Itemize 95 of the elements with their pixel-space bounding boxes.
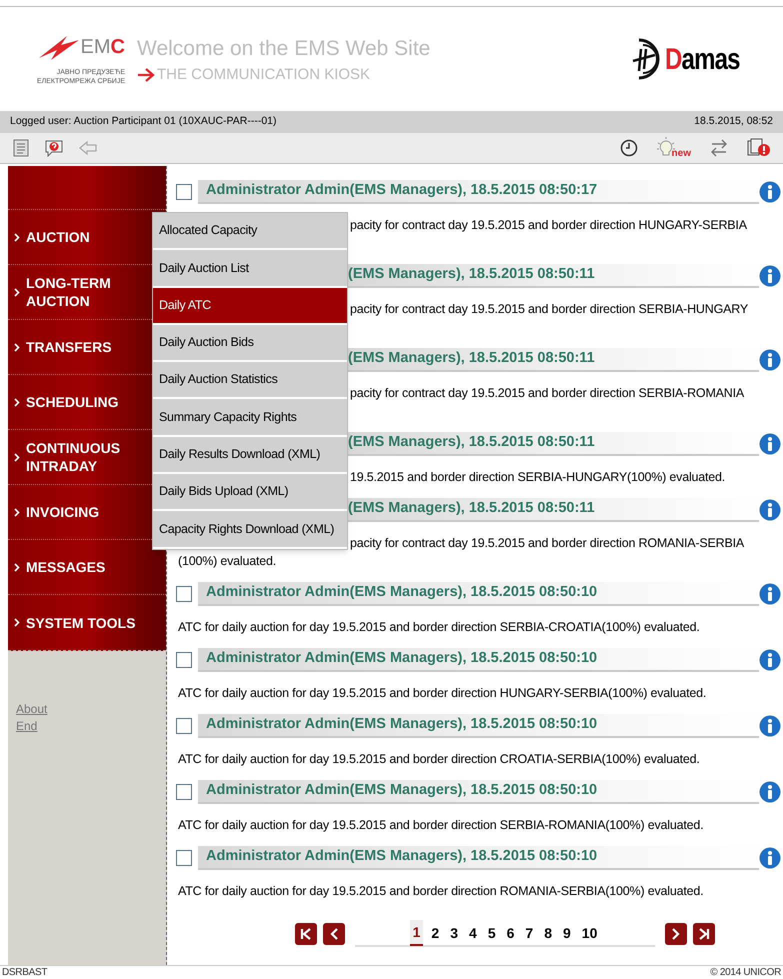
- help-icon[interactable]: [44, 138, 64, 158]
- last-page-icon: [698, 928, 710, 940]
- chevron-right-icon: [14, 452, 20, 462]
- sidebar-item[interactable]: SYSTEM TOOLS: [8, 614, 148, 632]
- checkbox[interactable]: [176, 586, 192, 602]
- checkbox[interactable]: [176, 652, 192, 668]
- message-text: (100%) evaluated.: [178, 553, 276, 570]
- menu-item[interactable]: Daily Auction List: [153, 250, 347, 288]
- info-icon[interactable]: [759, 433, 781, 455]
- info-icon[interactable]: [759, 265, 781, 287]
- page-link[interactable]: 8: [541, 921, 555, 945]
- last-page-button[interactable]: [693, 923, 716, 945]
- page-link[interactable]: 7: [522, 921, 536, 945]
- message-text: ATC for daily auction for day 19.5.2015 and border direction SERBIA-ROMANIA(100%) evaluated.: [178, 817, 704, 834]
- site-title: Welcome on the EMS Web Site: [137, 36, 430, 62]
- menu-item[interactable]: Capacity Rights Download (XML): [153, 511, 347, 549]
- message-text: 19.5.2015 and border direction SERBIA-HUNGARY(100%) evaluated.: [350, 469, 726, 486]
- message-text: ATC for daily auction for day 19.5.2015 and border direction SERBIA-CROATIA(100%) evaluated.: [178, 619, 700, 636]
- message-header: Administrator Admin(EMS Managers), 18.5.2015 08:50:17: [198, 180, 759, 204]
- footer-code: DSRBAST: [2, 966, 48, 979]
- checkbox[interactable]: [176, 718, 192, 734]
- menu-item[interactable]: Daily Auction Statistics: [153, 362, 347, 400]
- info-icon[interactable]: [759, 583, 781, 605]
- message-header: Administrator Admin(EMS Managers), 18.5.2015 08:50:10: [198, 846, 759, 870]
- site-subtitle: THE COMMUNICATION KIOSK: [157, 64, 370, 85]
- message-text: ATC for daily auction for day 19.5.2015 and border direction ROMANIA-SERBIA(100%) evaluated.: [178, 883, 704, 900]
- chevron-right-icon: [14, 508, 20, 516]
- chevron-left-icon: [328, 928, 339, 940]
- date-time: 18.5.2015, 08:52: [694, 114, 773, 130]
- first-page-button[interactable]: [294, 923, 317, 945]
- info-icon[interactable]: [759, 715, 781, 737]
- chevron-right-icon: [14, 562, 20, 572]
- next-page-button[interactable]: [665, 923, 688, 945]
- message-text: ATC for daily auction for day 19.5.2015 and border direction CROATIA-SERBIA(100%) evaluated.: [178, 751, 700, 768]
- menu-item[interactable]: Daily Auction Bids: [153, 324, 347, 362]
- message-header: (EMS Managers), 18.5.2015 08:50:11: [348, 348, 759, 372]
- chevron-right-icon: [14, 342, 20, 352]
- document-icon[interactable]: [12, 139, 30, 157]
- menu-item[interactable]: Daily Results Download (XML): [153, 436, 347, 474]
- sidebar-item[interactable]: AUCTION: [8, 228, 148, 246]
- checkbox[interactable]: [176, 184, 192, 200]
- info-icon[interactable]: [759, 649, 781, 671]
- page-link[interactable]: 10: [578, 921, 600, 945]
- message-header: Administrator Admin(EMS Managers), 18.5.2015 08:50:10: [198, 714, 759, 738]
- message-header: (EMS Managers), 18.5.2015 08:50:11: [348, 432, 759, 456]
- message-header: Administrator Admin(EMS Managers), 18.5.2015 08:50:10: [198, 648, 759, 672]
- info-icon[interactable]: [759, 499, 781, 521]
- clock-icon[interactable]: [620, 139, 638, 157]
- logo-text: EMC: [80, 35, 125, 60]
- page-link[interactable]: 6: [504, 921, 518, 945]
- new-label: new: [672, 149, 691, 159]
- info-icon[interactable]: [759, 781, 781, 803]
- message-text: pacity for contract day 19.5.2015 and border direction HUNGARY-SERBIA: [350, 217, 747, 234]
- message-text: pacity for contract day 19.5.2015 and border direction SERBIA-ROMANIA: [350, 385, 744, 402]
- swap-arrows-icon[interactable]: [709, 139, 729, 157]
- chevron-right-icon: [14, 618, 20, 627]
- arrow-icon: [137, 68, 155, 82]
- chevron-right-icon: [14, 288, 20, 296]
- sidebar-item[interactable]: SCHEDULING: [8, 393, 148, 411]
- info-icon[interactable]: [759, 349, 781, 371]
- sidebar-item[interactable]: LONG-TERM AUCTION: [8, 274, 148, 310]
- message-text: pacity for contract day 19.5.2015 and border direction SERBIA-HUNGARY: [350, 301, 748, 318]
- sidebar-item[interactable]: INVOICING: [8, 503, 148, 521]
- copyright: © 2014 UNICOR: [710, 966, 781, 979]
- chevron-right-icon: [14, 398, 20, 406]
- message-text: pacity for contract day 19.5.2015 and border direction ROMANIA-SERBIA: [350, 535, 744, 552]
- message-text: ATC for daily auction for day 19.5.2015 and border direction HUNGARY-SERBIA(100%) evaluated.: [178, 685, 706, 702]
- menu-item[interactable]: Daily ATC: [153, 288, 347, 325]
- menu-item[interactable]: Summary Capacity Rights: [153, 399, 347, 437]
- checkbox[interactable]: [176, 850, 192, 866]
- info-icon[interactable]: [759, 181, 781, 203]
- chevron-right-icon: [14, 232, 20, 242]
- menu-item[interactable]: Daily Bids Upload (XML): [153, 474, 347, 512]
- alert-documents-icon[interactable]: [747, 138, 771, 158]
- page-link[interactable]: 2: [428, 921, 442, 945]
- sidebar-item[interactable]: CONTINUOUS INTRADAY: [8, 439, 148, 475]
- page-link[interactable]: 4: [466, 921, 480, 945]
- page-link[interactable]: 9: [560, 921, 574, 945]
- message-header: (EMS Managers), 18.5.2015 08:50:11: [348, 498, 759, 522]
- message-header: Administrator Admin(EMS Managers), 18.5.2015 08:50:10: [198, 582, 759, 606]
- sidebar-item[interactable]: TRANSFERS: [8, 338, 148, 356]
- page-link[interactable]: 1: [410, 920, 424, 946]
- checkbox[interactable]: [176, 784, 192, 800]
- sidebar-item[interactable]: MESSAGES: [8, 558, 148, 576]
- info-icon[interactable]: [759, 847, 781, 869]
- chevron-right-icon: [671, 928, 682, 940]
- previous-page-button[interactable]: [322, 923, 345, 945]
- page-link[interactable]: 3: [447, 921, 462, 945]
- logged-user: Logged user: Auction Participant 01 (10XAUC-PAR----01): [10, 114, 277, 130]
- message-header: Administrator Admin(EMS Managers), 18.5.2015 08:50:10: [198, 780, 759, 804]
- first-page-icon: [300, 928, 312, 940]
- damas-logo-text: Damas: [664, 42, 740, 78]
- message-header: (EMS Managers), 18.5.2015 08:50:11: [348, 264, 759, 288]
- menu-item[interactable]: Allocated Capacity: [153, 213, 347, 250]
- page-link[interactable]: 5: [484, 921, 499, 945]
